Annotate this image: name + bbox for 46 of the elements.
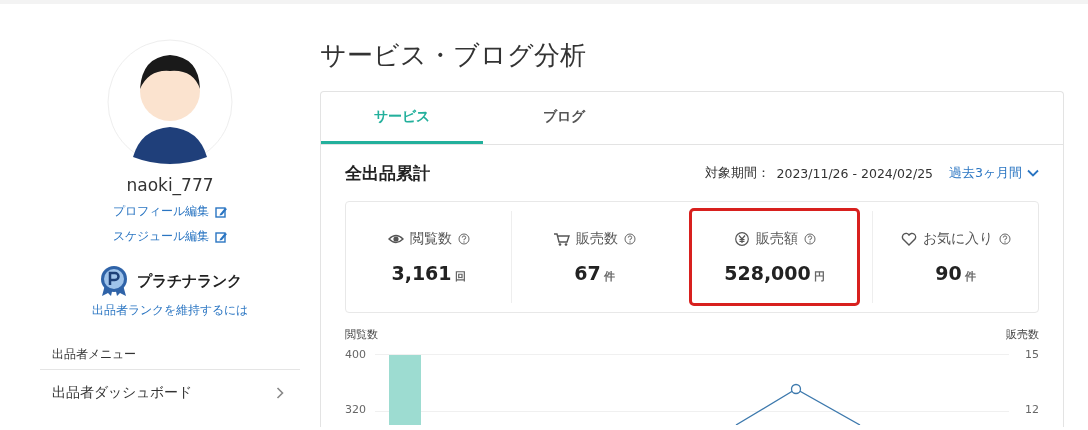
tab[interactable]: サービス: [321, 92, 483, 144]
menu-item[interactable]: 出品者ダッシュボード: [40, 370, 300, 402]
stat-value: 90: [935, 262, 962, 284]
stat-value: 3,161: [391, 262, 452, 284]
chevron-down-icon: [1027, 169, 1039, 177]
stat-label: 販売数: [575, 230, 618, 248]
axis-title: 閲覧数: [345, 327, 378, 342]
page-title: サービス・ブログ分析: [320, 39, 587, 72]
stat-unit: 円: [813, 269, 825, 284]
period-label: 対象期間：: [705, 164, 771, 182]
period-dates: 2023/11/26 - 2024/02/25: [776, 165, 934, 181]
section-title: 全出品累計: [345, 161, 430, 185]
edit-link[interactable]: スケジュール編集: [113, 228, 227, 245]
edit-icon: [215, 205, 227, 218]
username: naoki_777: [126, 175, 214, 195]
stat-value: 67: [574, 262, 601, 284]
tick-label: 12: [1025, 403, 1039, 416]
rank-link[interactable]: 出品者ランクを維持するには: [92, 303, 248, 318]
range-dropdown[interactable]: 過去3ヶ月間: [949, 164, 1039, 182]
heart-icon: [900, 232, 917, 246]
help-icon: [623, 233, 636, 245]
edit-link[interactable]: プロフィール編集: [113, 203, 227, 220]
tick-label: 320: [345, 403, 366, 416]
help-icon: [803, 233, 816, 245]
axis-title: 販売数: [1006, 327, 1039, 342]
help-icon: [998, 233, 1011, 245]
edit-icon: [215, 230, 227, 243]
cart-icon: [553, 232, 570, 246]
tab[interactable]: ブログ: [483, 92, 645, 144]
eye-icon: [387, 232, 404, 246]
stat-unit: 件: [603, 269, 615, 284]
bar: [389, 355, 421, 425]
stat-value: 528,000: [724, 262, 811, 284]
rank-label: プラチナランク: [136, 271, 242, 291]
help-icon: [457, 233, 470, 245]
menu-heading: 出品者メニュー: [40, 346, 300, 370]
stat-unit: 回: [454, 269, 466, 284]
stat-unit: 件: [964, 269, 976, 284]
stat-label: 販売額: [755, 230, 798, 248]
yen-icon: [733, 232, 750, 246]
tick-label: 15: [1025, 348, 1039, 361]
chevron-icon: [276, 387, 284, 399]
medal-icon: [98, 265, 129, 297]
tick-label: 400: [345, 348, 366, 361]
stat-label: 閲覧数: [409, 230, 452, 248]
stat-label: お気に入り: [922, 230, 993, 248]
